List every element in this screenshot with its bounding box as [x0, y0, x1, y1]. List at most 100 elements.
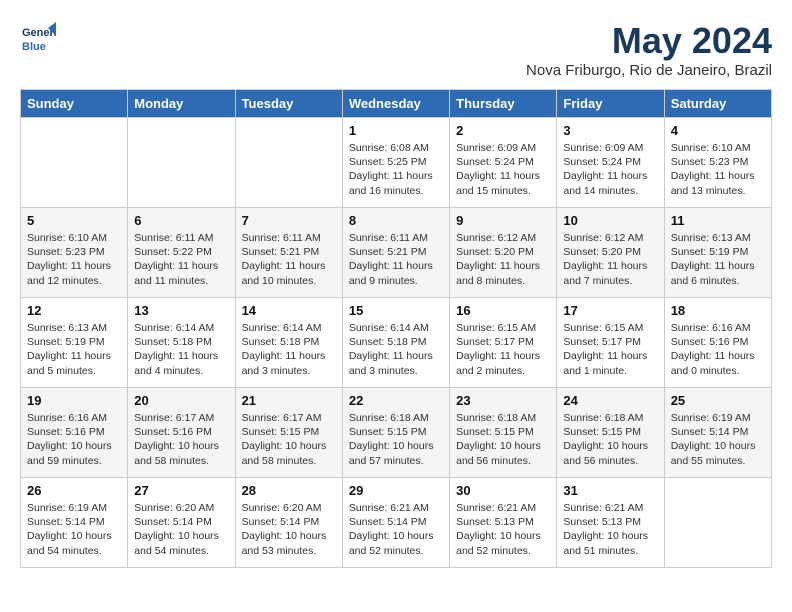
calendar-cell — [664, 478, 771, 568]
day-header-thursday: Thursday — [450, 90, 557, 118]
day-number: 5 — [27, 213, 121, 228]
cell-info: Sunrise: 6:19 AM Sunset: 5:14 PM Dayligh… — [671, 411, 765, 468]
calendar-cell: 30 Sunrise: 6:21 AM Sunset: 5:13 PM Dayli… — [450, 478, 557, 568]
logo-icon: General Blue — [20, 20, 56, 56]
day-number: 30 — [456, 483, 550, 498]
calendar-cell: 16 Sunrise: 6:15 AM Sunset: 5:17 PM Dayli… — [450, 298, 557, 388]
calendar-cell: 21Sunrise: 6:17 AM Sunset: 5:15 PM Dayli… — [235, 388, 342, 478]
cell-info: Sunrise: 6:13 AM Sunset: 5:19 PM Dayligh… — [27, 321, 121, 378]
cell-info: Sunrise: 6:18 AM Sunset: 5:15 PM Dayligh… — [456, 411, 550, 468]
cell-info: Sunrise: 6:09 AM Sunset: 5:24 PM Dayligh… — [456, 141, 550, 198]
day-number: 28 — [242, 483, 336, 498]
cell-info: Sunrise: 6:21 AM Sunset: 5:13 PM Dayligh… — [563, 501, 657, 558]
day-number: 27 — [134, 483, 228, 498]
calendar-cell: 5 Sunrise: 6:10 AM Sunset: 5:23 PM Daylig… — [21, 208, 128, 298]
cell-info: Sunrise: 6:20 AM Sunset: 5:14 PM Dayligh… — [242, 501, 336, 558]
calendar-cell: 27 Sunrise: 6:20 AM Sunset: 5:14 PM Dayli… — [128, 478, 235, 568]
location: Nova Friburgo, Rio de Janeiro, Brazil — [526, 62, 772, 79]
day-number: 14 — [242, 303, 336, 318]
calendar-cell: 15 Sunrise: 6:14 AM Sunset: 5:18 PM Dayli… — [342, 298, 449, 388]
cell-info: Sunrise: 6:15 AM Sunset: 5:17 PM Dayligh… — [563, 321, 657, 378]
calendar-cell — [235, 118, 342, 208]
calendar-cell: 10 Sunrise: 6:12 AM Sunset: 5:20 PM Dayli… — [557, 208, 664, 298]
cell-info: Sunrise: 6:12 AM Sunset: 5:20 PM Dayligh… — [456, 231, 550, 288]
cell-info: Sunrise: 6:08 AM Sunset: 5:25 PM Dayligh… — [349, 141, 443, 198]
calendar-table: SundayMondayTuesdayWednesdayThursdayFrid… — [20, 89, 772, 568]
page-header: General Blue May 2024 Nova Friburgo, Rio… — [20, 20, 772, 79]
calendar-cell: 7Sunrise: 6:11 AM Sunset: 5:21 PM Daylig… — [235, 208, 342, 298]
day-number: 26 — [27, 483, 121, 498]
calendar-cell: 1 Sunrise: 6:08 AM Sunset: 5:25 PM Daylig… — [342, 118, 449, 208]
cell-info: Sunrise: 6:18 AM Sunset: 5:15 PM Dayligh… — [563, 411, 657, 468]
day-header-friday: Friday — [557, 90, 664, 118]
calendar-cell: 25Sunrise: 6:19 AM Sunset: 5:14 PM Dayli… — [664, 388, 771, 478]
cell-info: Sunrise: 6:21 AM Sunset: 5:14 PM Dayligh… — [349, 501, 443, 558]
calendar-cell: 2Sunrise: 6:09 AM Sunset: 5:24 PM Daylig… — [450, 118, 557, 208]
day-number: 10 — [563, 213, 657, 228]
day-number: 12 — [27, 303, 121, 318]
calendar-cell: 11 Sunrise: 6:13 AM Sunset: 5:19 PM Dayli… — [664, 208, 771, 298]
calendar-cell: 14 Sunrise: 6:14 AM Sunset: 5:18 PM Dayli… — [235, 298, 342, 388]
calendar-cell: 22 Sunrise: 6:18 AM Sunset: 5:15 PM Dayli… — [342, 388, 449, 478]
calendar-cell: 24 Sunrise: 6:18 AM Sunset: 5:15 PM Dayli… — [557, 388, 664, 478]
cell-info: Sunrise: 6:09 AM Sunset: 5:24 PM Dayligh… — [563, 141, 657, 198]
day-number: 20 — [134, 393, 228, 408]
cell-info: Sunrise: 6:11 AM Sunset: 5:21 PM Dayligh… — [349, 231, 443, 288]
calendar-cell: 17 Sunrise: 6:15 AM Sunset: 5:17 PM Dayli… — [557, 298, 664, 388]
month-title: May 2024 — [526, 20, 772, 62]
day-number: 22 — [349, 393, 443, 408]
cell-info: Sunrise: 6:16 AM Sunset: 5:16 PM Dayligh… — [27, 411, 121, 468]
logo: General Blue — [20, 20, 60, 56]
calendar-cell: 19 Sunrise: 6:16 AM Sunset: 5:16 PM Dayli… — [21, 388, 128, 478]
calendar-cell — [21, 118, 128, 208]
cell-info: Sunrise: 6:21 AM Sunset: 5:13 PM Dayligh… — [456, 501, 550, 558]
calendar-cell: 13 Sunrise: 6:14 AM Sunset: 5:18 PM Dayli… — [128, 298, 235, 388]
day-header-sunday: Sunday — [21, 90, 128, 118]
cell-info: Sunrise: 6:14 AM Sunset: 5:18 PM Dayligh… — [134, 321, 228, 378]
day-number: 9 — [456, 213, 550, 228]
calendar-cell: 9 Sunrise: 6:12 AM Sunset: 5:20 PM Daylig… — [450, 208, 557, 298]
day-number: 24 — [563, 393, 657, 408]
day-number: 13 — [134, 303, 228, 318]
day-number: 6 — [134, 213, 228, 228]
day-header-wednesday: Wednesday — [342, 90, 449, 118]
calendar-cell: 4Sunrise: 6:10 AM Sunset: 5:23 PM Daylig… — [664, 118, 771, 208]
cell-info: Sunrise: 6:20 AM Sunset: 5:14 PM Dayligh… — [134, 501, 228, 558]
calendar-cell: 26Sunrise: 6:19 AM Sunset: 5:14 PM Dayli… — [21, 478, 128, 568]
day-number: 19 — [27, 393, 121, 408]
cell-info: Sunrise: 6:15 AM Sunset: 5:17 PM Dayligh… — [456, 321, 550, 378]
title-block: May 2024 Nova Friburgo, Rio de Janeiro, … — [526, 20, 772, 79]
day-number: 23 — [456, 393, 550, 408]
day-number: 8 — [349, 213, 443, 228]
cell-info: Sunrise: 6:13 AM Sunset: 5:19 PM Dayligh… — [671, 231, 765, 288]
day-number: 3 — [563, 123, 657, 138]
calendar-cell: 6 Sunrise: 6:11 AM Sunset: 5:22 PM Daylig… — [128, 208, 235, 298]
day-number: 17 — [563, 303, 657, 318]
svg-text:Blue: Blue — [22, 41, 46, 53]
calendar-cell: 31Sunrise: 6:21 AM Sunset: 5:13 PM Dayli… — [557, 478, 664, 568]
day-number: 1 — [349, 123, 443, 138]
day-header-tuesday: Tuesday — [235, 90, 342, 118]
calendar-cell: 3 Sunrise: 6:09 AM Sunset: 5:24 PM Daylig… — [557, 118, 664, 208]
calendar-cell: 8 Sunrise: 6:11 AM Sunset: 5:21 PM Daylig… — [342, 208, 449, 298]
day-number: 29 — [349, 483, 443, 498]
calendar-cell: 18Sunrise: 6:16 AM Sunset: 5:16 PM Dayli… — [664, 298, 771, 388]
cell-info: Sunrise: 6:18 AM Sunset: 5:15 PM Dayligh… — [349, 411, 443, 468]
cell-info: Sunrise: 6:12 AM Sunset: 5:20 PM Dayligh… — [563, 231, 657, 288]
cell-info: Sunrise: 6:10 AM Sunset: 5:23 PM Dayligh… — [27, 231, 121, 288]
cell-info: Sunrise: 6:10 AM Sunset: 5:23 PM Dayligh… — [671, 141, 765, 198]
day-number: 15 — [349, 303, 443, 318]
day-number: 11 — [671, 213, 765, 228]
cell-info: Sunrise: 6:14 AM Sunset: 5:18 PM Dayligh… — [349, 321, 443, 378]
day-number: 16 — [456, 303, 550, 318]
cell-info: Sunrise: 6:14 AM Sunset: 5:18 PM Dayligh… — [242, 321, 336, 378]
calendar-cell: 23 Sunrise: 6:18 AM Sunset: 5:15 PM Dayli… — [450, 388, 557, 478]
day-header-monday: Monday — [128, 90, 235, 118]
calendar-cell: 12 Sunrise: 6:13 AM Sunset: 5:19 PM Dayli… — [21, 298, 128, 388]
day-number: 21 — [242, 393, 336, 408]
day-header-saturday: Saturday — [664, 90, 771, 118]
cell-info: Sunrise: 6:17 AM Sunset: 5:16 PM Dayligh… — [134, 411, 228, 468]
calendar-cell — [128, 118, 235, 208]
day-number: 7 — [242, 213, 336, 228]
cell-info: Sunrise: 6:11 AM Sunset: 5:22 PM Dayligh… — [134, 231, 228, 288]
